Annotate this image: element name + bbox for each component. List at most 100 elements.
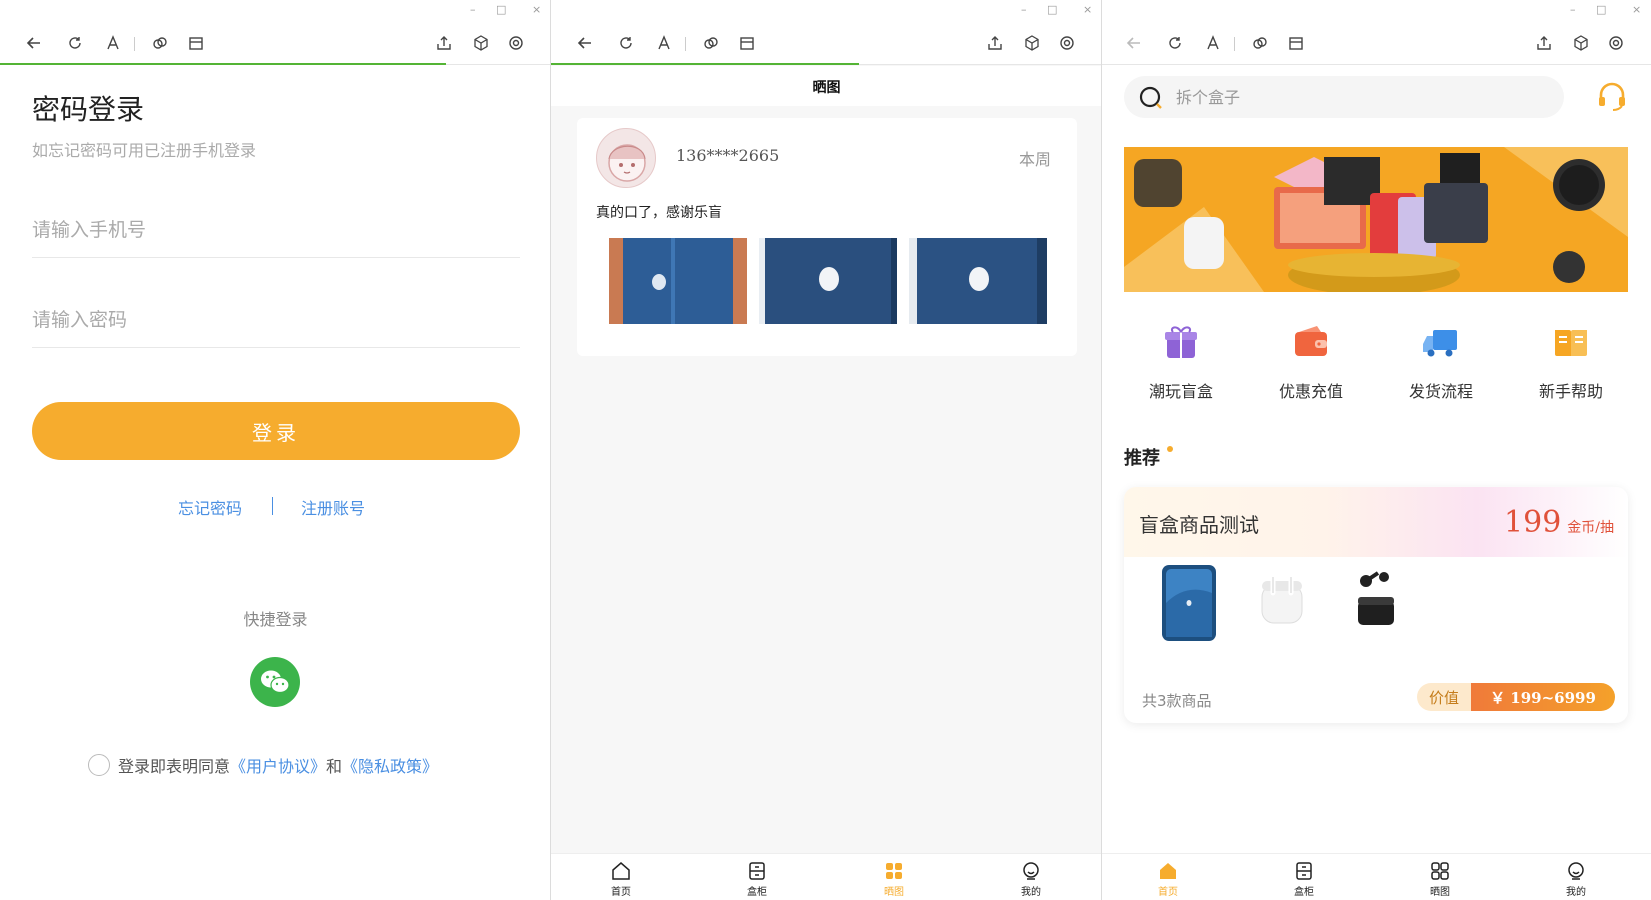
tab-profile[interactable]: 我的 (1546, 860, 1606, 898)
password-input[interactable] (32, 292, 520, 347)
grid-icon (886, 863, 902, 879)
text-icon[interactable] (104, 34, 122, 52)
text-icon[interactable] (1204, 34, 1222, 52)
tab-cabinet[interactable]: 盒柜 (1274, 860, 1334, 898)
profile-icon (1023, 862, 1039, 880)
bottom-tab-bar: 首页 盒柜 晒图 我的 (551, 853, 1101, 900)
target-icon[interactable] (1058, 34, 1076, 52)
window-titlebar: – □ × (1102, 0, 1651, 22)
product-card[interactable]: 盲盒商品测试 199 金币/抽 共3款商品 价值 ￥ 199~6999 (1124, 487, 1628, 723)
headset-icon[interactable] (1596, 80, 1628, 112)
category-label: 优惠充值 (1278, 382, 1343, 401)
maximize-button[interactable]: □ (1596, 3, 1606, 16)
wallet-icon (1295, 326, 1327, 356)
agreement-row: 登录即表明同意 《用户协议》 和 《隐私政策》 (88, 753, 438, 777)
refresh-icon[interactable] (66, 34, 84, 52)
category-help[interactable]: 新手帮助 (1526, 322, 1616, 402)
iphone-thumbnail[interactable] (1160, 563, 1218, 643)
share-icon[interactable] (1535, 34, 1553, 52)
earbuds-thumbnail[interactable] (1352, 567, 1398, 629)
tab-showcase[interactable]: 晒图 (1410, 860, 1470, 898)
cube-icon[interactable] (472, 34, 490, 52)
airpods-thumbnail[interactable] (1259, 571, 1305, 627)
browser-toolbar (1102, 22, 1651, 65)
cube-icon[interactable] (1572, 34, 1590, 52)
link-icon[interactable] (1251, 34, 1269, 52)
post-image[interactable] (759, 238, 897, 324)
tab-home[interactable]: 首页 (591, 860, 651, 898)
back-icon[interactable] (25, 34, 43, 52)
category-blind-box[interactable]: 潮玩盲盒 (1136, 322, 1226, 402)
calendar-icon[interactable] (738, 34, 756, 52)
minimize-button[interactable]: – (470, 3, 476, 16)
user-agreement-link[interactable]: 《用户协议》 (230, 753, 326, 777)
value-range-badge: 价值 ￥ 199~6999 (1417, 683, 1615, 711)
home-icon (612, 862, 630, 880)
page-title: 晒图 (812, 80, 841, 96)
search-icon[interactable] (1138, 85, 1164, 111)
loading-progress-bar (0, 63, 446, 65)
category-shipping[interactable]: 发货流程 (1396, 322, 1486, 402)
link-icon[interactable] (702, 34, 720, 52)
search-input[interactable] (1176, 76, 1546, 118)
password-field (32, 292, 520, 348)
recommend-dot (1167, 446, 1173, 452)
login-button[interactable]: 登录 (32, 402, 520, 460)
showcase-window: – □ × 晒图 136****2665 本周 真的口了，感谢乐盲 首页 盒柜 … (551, 0, 1102, 900)
product-name: 盲盒商品测试 (1139, 513, 1259, 537)
privacy-policy-link[interactable]: 《隐私政策》 (342, 753, 438, 777)
refresh-icon[interactable] (1166, 34, 1184, 52)
promo-banner[interactable] (1124, 147, 1628, 292)
tab-home[interactable]: 首页 (1138, 860, 1198, 898)
phone-input[interactable] (32, 202, 520, 257)
value-range: ￥ 199~6999 (1471, 683, 1615, 711)
share-icon[interactable] (986, 34, 1004, 52)
back-icon[interactable] (1125, 34, 1143, 52)
home-icon (1160, 863, 1176, 879)
post-card[interactable]: 136****2665 本周 真的口了，感谢乐盲 (577, 118, 1077, 356)
calendar-icon[interactable] (187, 34, 205, 52)
target-icon[interactable] (1607, 34, 1625, 52)
post-username[interactable]: 136****2665 (676, 146, 779, 165)
avatar[interactable] (596, 128, 656, 188)
link-icon[interactable] (151, 34, 169, 52)
product-count: 共3款商品 (1142, 692, 1212, 710)
minimize-button[interactable]: – (1021, 3, 1027, 16)
product-price: 199 金币/抽 (1504, 505, 1614, 540)
search-bar (1124, 76, 1564, 118)
agreement-checkbox[interactable] (88, 754, 110, 776)
close-button[interactable]: × (1632, 3, 1641, 16)
page-title: 密码登录 (32, 93, 145, 126)
post-image[interactable] (909, 238, 1047, 324)
tab-label: 盒柜 (747, 887, 767, 898)
close-button[interactable]: × (1083, 3, 1092, 16)
tab-profile[interactable]: 我的 (1001, 860, 1061, 898)
text-icon[interactable] (655, 34, 673, 52)
recommend-title: 推荐 (1124, 448, 1160, 469)
tab-showcase[interactable]: 晒图 (864, 860, 924, 898)
category-recharge[interactable]: 优惠充值 (1266, 322, 1356, 402)
target-icon[interactable] (507, 34, 525, 52)
cube-icon[interactable] (1023, 34, 1041, 52)
minimize-button[interactable]: – (1570, 3, 1576, 16)
maximize-button[interactable]: □ (1047, 3, 1057, 16)
phone-field (32, 202, 520, 258)
gift-box-icon (1165, 326, 1197, 358)
tab-cabinet[interactable]: 盒柜 (727, 860, 787, 898)
tab-label: 首页 (1158, 887, 1178, 898)
register-link[interactable]: 注册账号 (301, 495, 365, 519)
calendar-icon[interactable] (1287, 34, 1305, 52)
forgot-password-link[interactable]: 忘记密码 (178, 495, 242, 519)
share-icon[interactable] (435, 34, 453, 52)
maximize-button[interactable]: □ (496, 3, 506, 16)
category-label: 潮玩盲盒 (1148, 382, 1213, 401)
post-image[interactable] (609, 238, 747, 324)
close-button[interactable]: × (532, 3, 541, 16)
refresh-icon[interactable] (617, 34, 635, 52)
tab-label: 盒柜 (1294, 887, 1314, 898)
agreement-prefix: 登录即表明同意 (118, 757, 231, 776)
wechat-login-button[interactable] (250, 657, 300, 707)
tab-label: 晒图 (1430, 887, 1450, 898)
back-icon[interactable] (576, 34, 594, 52)
tab-label: 我的 (1021, 887, 1041, 898)
